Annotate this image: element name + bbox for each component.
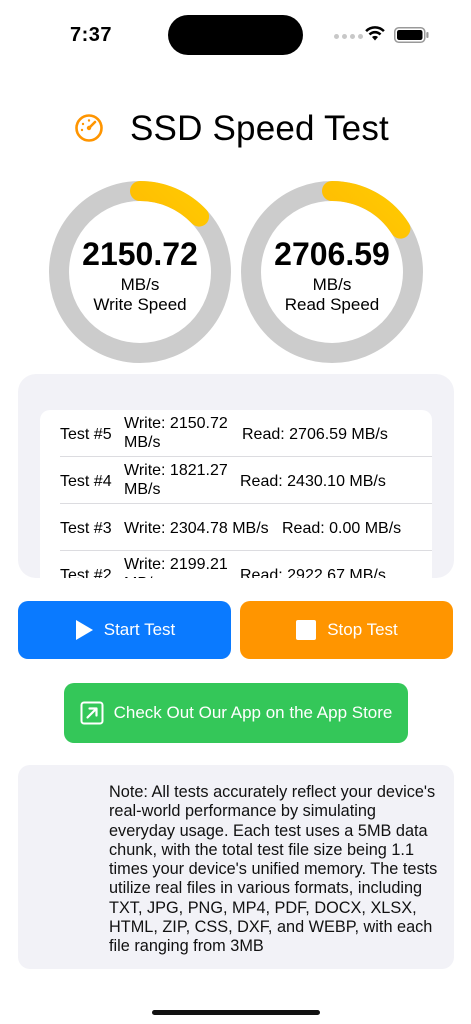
history-test-number: Test #5 — [60, 426, 112, 443]
history-test-number: Test #3 — [60, 520, 112, 537]
history-write-speed: Write: 2304.78 MB/s — [124, 520, 269, 537]
history-test-number: Test #2 — [60, 567, 112, 578]
history-row: Test #2 Write: 2199.21 MB/s Read: 2922.6… — [60, 551, 432, 578]
read-speed-unit: MB/s — [312, 275, 352, 294]
status-bar: 7:37 — [0, 0, 471, 70]
history-read-speed: Read: 2430.10 MB/s — [240, 473, 386, 490]
history-write-speed: Write: 1821.27 MB/s — [124, 462, 228, 498]
history-read-speed: Read: 2922.67 MB/s — [240, 567, 386, 578]
speedometer-icon — [75, 114, 103, 142]
read-speed-label: Read Speed — [284, 295, 380, 314]
start-test-label: Start Test — [103, 620, 176, 639]
wifi-icon — [365, 26, 385, 41]
status-time: 7:37 — [70, 24, 113, 46]
start-test-button[interactable]: Start Test — [18, 601, 231, 659]
history-read-speed: Read: 0.00 MB/s — [282, 520, 402, 537]
write-speed-gauge: 2150.72 MB/s Write Speed — [48, 180, 232, 364]
history-write-speed: Write: 2199.21 MB/s — [124, 556, 228, 578]
write-speed-value: 2150.72 — [82, 236, 198, 272]
stop-icon — [295, 619, 317, 641]
home-indicator[interactable] — [152, 1010, 320, 1015]
test-history-list[interactable]: Test #5 Write: 2150.72 MB/s Read: 2706.5… — [40, 410, 432, 578]
history-write-speed: Write: 2150.72 MB/s — [124, 415, 228, 451]
cellular-signal-icon — [334, 34, 363, 39]
app-header: SSD Speed Test — [0, 105, 471, 155]
history-read-speed: Read: 2706.59 MB/s — [242, 426, 388, 443]
history-row: Test #4 Write: 1821.27 MB/s Read: 2430.1… — [60, 457, 432, 504]
app-store-button[interactable]: Check Out Our App on the App Store — [64, 683, 408, 743]
stop-test-button[interactable]: Stop Test — [240, 601, 453, 659]
note-text: Note: All tests accurately reflect your … — [109, 783, 438, 956]
history-row: Test #5 Write: 2150.72 MB/s Read: 2706.5… — [60, 410, 432, 457]
battery-icon — [394, 27, 429, 43]
read-speed-value: 2706.59 — [274, 236, 390, 272]
history-row: Test #3 Write: 2304.78 MB/s Read: 0.00 M… — [60, 504, 432, 551]
stop-test-label: Stop Test — [327, 620, 398, 639]
history-test-number: Test #4 — [60, 473, 112, 490]
speed-gauges: 2150.72 MB/s Write Speed 2706.59 MB/s Re… — [0, 180, 471, 370]
external-link-icon — [80, 701, 104, 725]
write-speed-label: Write Speed — [93, 295, 187, 314]
write-speed-unit: MB/s — [120, 275, 160, 294]
page-title: SSD Speed Test — [130, 109, 389, 148]
note-panel[interactable]: Note: All tests accurately reflect your … — [18, 765, 454, 969]
test-history-panel[interactable]: Test #5 Write: 2150.72 MB/s Read: 2706.5… — [18, 374, 454, 578]
app-store-label: Check Out Our App on the App Store — [113, 703, 393, 722]
read-speed-gauge: 2706.59 MB/s Read Speed — [240, 180, 424, 364]
dynamic-island — [168, 15, 303, 55]
play-icon — [74, 619, 94, 641]
